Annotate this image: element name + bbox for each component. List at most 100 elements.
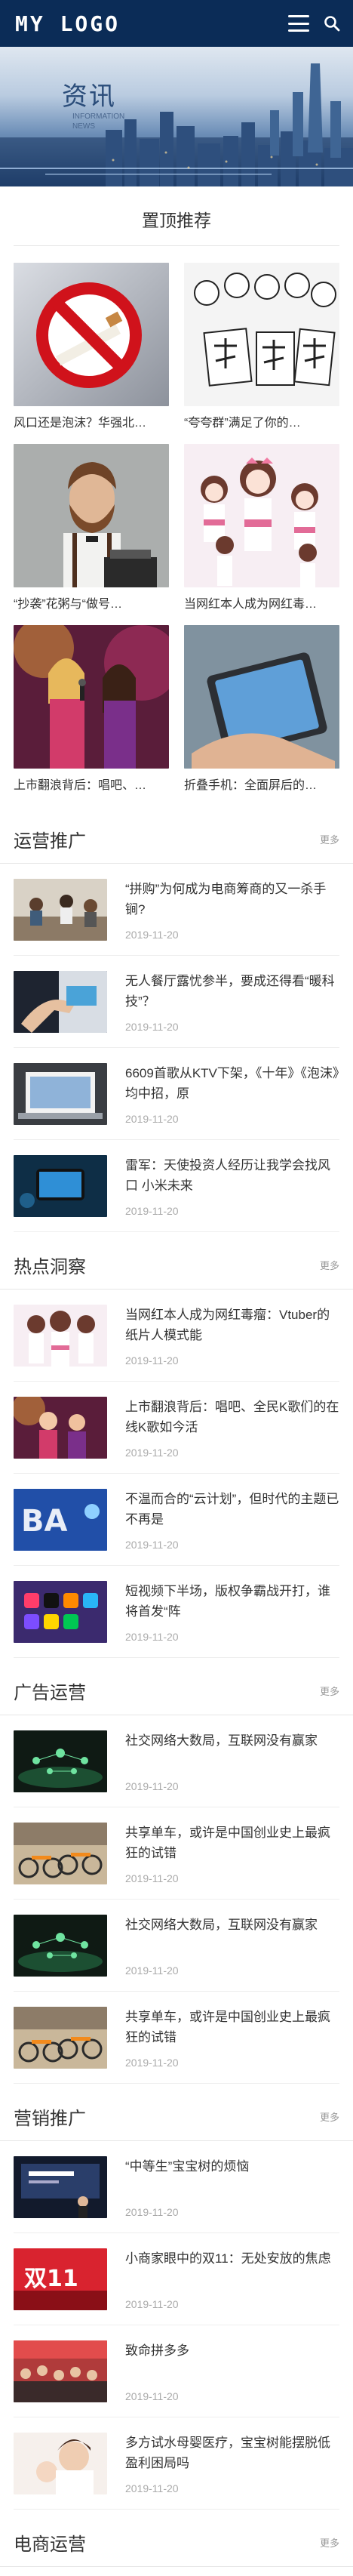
article-date: 2019-11-20 — [125, 1964, 179, 1977]
laptop-image — [14, 1063, 107, 1125]
article-date: 2019-11-20 — [125, 1205, 179, 1217]
grid-caption: 风口还是泡沫？华强北… — [14, 417, 147, 430]
list-item[interactable]: “拼购”为何成为电商筹商的又一杀手锏? 2019-11-20 — [14, 864, 339, 956]
article-title: 致命拼多多 — [125, 2343, 189, 2358]
crowd-event-image — [14, 2340, 107, 2402]
list-item[interactable]: 共享单车，或许是中国创业史上最疯狂的试错 2019-11-20 — [14, 1807, 339, 1900]
social-network-image — [14, 1730, 107, 1792]
more-link[interactable]: 更多 — [320, 1258, 339, 1272]
list-item[interactable]: 上市翻浪背后：唱吧、全民K歌们的在线K歌如今活 2019-11-20 — [14, 1382, 339, 1474]
shared-bikes-image — [14, 1823, 107, 1884]
article-title: 不温而合的“云计划”，但时代的主题已不再是 — [125, 1492, 339, 1527]
list-item[interactable]: 双11 小商家眼中的双11：无处安放的焦虑 2019-11-20 — [14, 2233, 339, 2325]
grid-item[interactable]: “抄袭”花粥与“做号… — [14, 444, 169, 613]
article-list: 当网红本人成为网红毒瘤：Vtuber的纸片人模式能 2019-11-20 上市翻浪… — [0, 1290, 353, 1658]
article-date: 2019-11-20 — [125, 2206, 179, 2218]
list-item[interactable]: 共享单车，或许是中国创业史上最疯狂的试错 2019-11-20 — [14, 1992, 339, 2084]
more-link[interactable]: 更多 — [320, 2535, 339, 2550]
article-date: 2019-11-20 — [125, 1021, 179, 1033]
top-recommend-grid: 风口还是泡沫？华强北… “夸夸群”满足了你的… “抄袭”花粥与“做号… 当网红本… — [0, 246, 353, 806]
karaoke-party-image — [14, 625, 169, 769]
category-section: 营销推广 更多 “中等生”宝宝树的烦恼 2019-11-20 双11 小商家眼中的… — [0, 2084, 353, 2510]
article-title: 社交网络大数局，互联网没有赢家 — [125, 1918, 318, 1932]
list-item[interactable]: 社交网络大数局，互联网没有赢家 2019-11-20 — [14, 1900, 339, 1992]
grid-caption: 上市翻浪背后：唱吧、… — [14, 779, 147, 792]
more-link[interactable]: 更多 — [320, 1684, 339, 1698]
category-header: 热点洞察 更多 — [0, 1232, 353, 1290]
list-item[interactable]: 社交网络大数局，互联网没有赢家 2019-11-20 — [14, 1715, 339, 1807]
banner-title: 资讯 — [62, 82, 116, 112]
grid-item[interactable]: 当网红本人成为网红毒… — [184, 444, 339, 613]
video-apps-image — [14, 1581, 107, 1643]
more-link[interactable]: 更多 — [320, 832, 339, 846]
grid-caption: “夸夸群”满足了你的… — [184, 417, 301, 430]
category-title: 广告运营 — [14, 1683, 86, 1703]
grid-item[interactable]: 上市翻浪背后：唱吧、… — [14, 625, 169, 794]
article-title: 上市翻浪背后：唱吧、全民K歌们的在线K歌如今活 — [125, 1400, 339, 1434]
category-section: 热点洞察 更多 当网红本人成为网红毒瘤：Vtuber的纸片人模式能 2019-11… — [0, 1232, 353, 1658]
category-section: 广告运营 更多 社交网络大数局，互联网没有赢家 2019-11-20 共享单车，或… — [0, 1658, 353, 2084]
banner: 资讯 INFORMATION NEWS — [0, 47, 353, 186]
no-smoking-image — [14, 263, 169, 406]
category-section: 运营推广 更多 “拼购”为何成为电商筹商的又一杀手锏? 2019-11-20 无人… — [0, 806, 353, 1232]
vtuber-image — [14, 1305, 107, 1367]
article-date: 2019-11-20 — [125, 2057, 179, 2069]
list-item[interactable]: 雷军：天使投资人经历让我学会找风口 小米未来 2019-11-20 — [14, 1140, 339, 1232]
svg-text:双11: 双11 — [24, 2266, 78, 2292]
list-item[interactable]: 多方试水母婴医疗，宝宝树能摆脱低盈利困局吗 2019-11-20 — [14, 2417, 339, 2510]
grid-item[interactable]: “夸夸群”满足了你的… — [184, 263, 339, 432]
category-title: 热点洞察 — [14, 1257, 86, 1277]
article-date: 2019-11-20 — [125, 1631, 179, 1643]
search-icon[interactable] — [323, 14, 341, 32]
hamburger-menu-icon[interactable] — [288, 15, 309, 32]
article-title: 共享单车，或许是中国创业史上最疯狂的试错 — [125, 2010, 330, 2044]
mother-baby-image — [14, 2433, 107, 2494]
grid-item[interactable]: 折叠手机：全面屏后的… — [184, 625, 339, 794]
list-item[interactable]: 致命拼多多 2019-11-20 — [14, 2325, 339, 2417]
praise-group-cartoon-image — [184, 263, 339, 406]
list-item[interactable]: BA 不温而合的“云计划”，但时代的主题已不再是 2019-11-20 — [14, 1474, 339, 1566]
category-header: 营销推广 更多 — [0, 2084, 353, 2141]
cloud-computing-image: BA — [14, 1489, 107, 1551]
presentation-stage-image — [14, 2156, 107, 2218]
list-item[interactable]: “中等生”宝宝树的烦恼 2019-11-20 — [14, 2141, 339, 2233]
grid-item[interactable]: 风口还是泡沫？华强北… — [14, 263, 169, 432]
article-title: 雷军：天使投资人经历让我学会找风口 小米未来 — [125, 1158, 330, 1193]
list-item[interactable]: 短视频下半场，版权争霸战开打，谁将首发“阵 2019-11-20 — [14, 1566, 339, 1658]
article-title: 当网红本人成为网红毒瘤：Vtuber的纸片人模式能 — [125, 1308, 330, 1342]
banner-subtitle: INFORMATION NEWS — [72, 112, 125, 131]
article-list: “中等生”宝宝树的烦恼 2019-11-20 双11 小商家眼中的双11：无处安放… — [0, 2141, 353, 2510]
header-actions — [288, 14, 341, 32]
svg-text:BA: BA — [21, 1504, 67, 1539]
category-header: 电商运营 更多 — [0, 2510, 353, 2567]
grid-caption: 折叠手机：全面屏后的… — [184, 779, 318, 792]
article-date: 2019-11-20 — [125, 929, 179, 941]
more-link[interactable]: 更多 — [320, 2109, 339, 2124]
article-title: “中等生”宝宝树的烦恼 — [125, 2159, 250, 2174]
list-item[interactable]: 无人餐厅露忧参半，要成还得看“暖科技”？ 2019-11-20 — [14, 956, 339, 1048]
top-recommend-title: 置顶推荐 — [142, 211, 211, 230]
list-item[interactable]: 6609首歌从KTV下架，《十年》《泡沫》均中招，原 2019-11-20 — [14, 1048, 339, 1140]
smartphone-image — [14, 1155, 107, 1217]
category-title: 运营推广 — [14, 831, 86, 852]
article-title: 共享单车，或许是中国创业史上最疯狂的试错 — [125, 1826, 330, 1860]
article-date: 2019-11-20 — [125, 2298, 179, 2310]
article-title: 社交网络大数局，互联网没有赢家 — [125, 1733, 318, 1748]
category-title: 营销推广 — [14, 2109, 86, 2129]
double-eleven-image: 双11 — [14, 2248, 107, 2310]
tech-hand-image — [14, 971, 107, 1033]
article-date: 2019-11-20 — [125, 2482, 179, 2494]
category-title: 电商运营 — [14, 2534, 86, 2555]
article-title: “拼购”为何成为电商筹商的又一杀手锏? — [125, 882, 327, 917]
meeting-image — [14, 879, 107, 941]
city-skyline-illustration — [0, 63, 353, 186]
list-item[interactable]: 当网红本人成为网红毒瘤：Vtuber的纸片人模式能 2019-11-20 — [14, 1290, 339, 1382]
article-date: 2019-11-20 — [125, 1354, 179, 1367]
category-header: 运营推广 更多 — [0, 806, 353, 864]
grid-caption: “抄袭”花粥与“做号… — [14, 598, 122, 611]
article-date: 2019-11-20 — [125, 1780, 179, 1792]
site-logo[interactable]: MY LOGO — [15, 11, 120, 36]
karaoke-image — [14, 1397, 107, 1459]
bearded-man-image — [14, 444, 169, 587]
social-network-image — [14, 1915, 107, 1977]
